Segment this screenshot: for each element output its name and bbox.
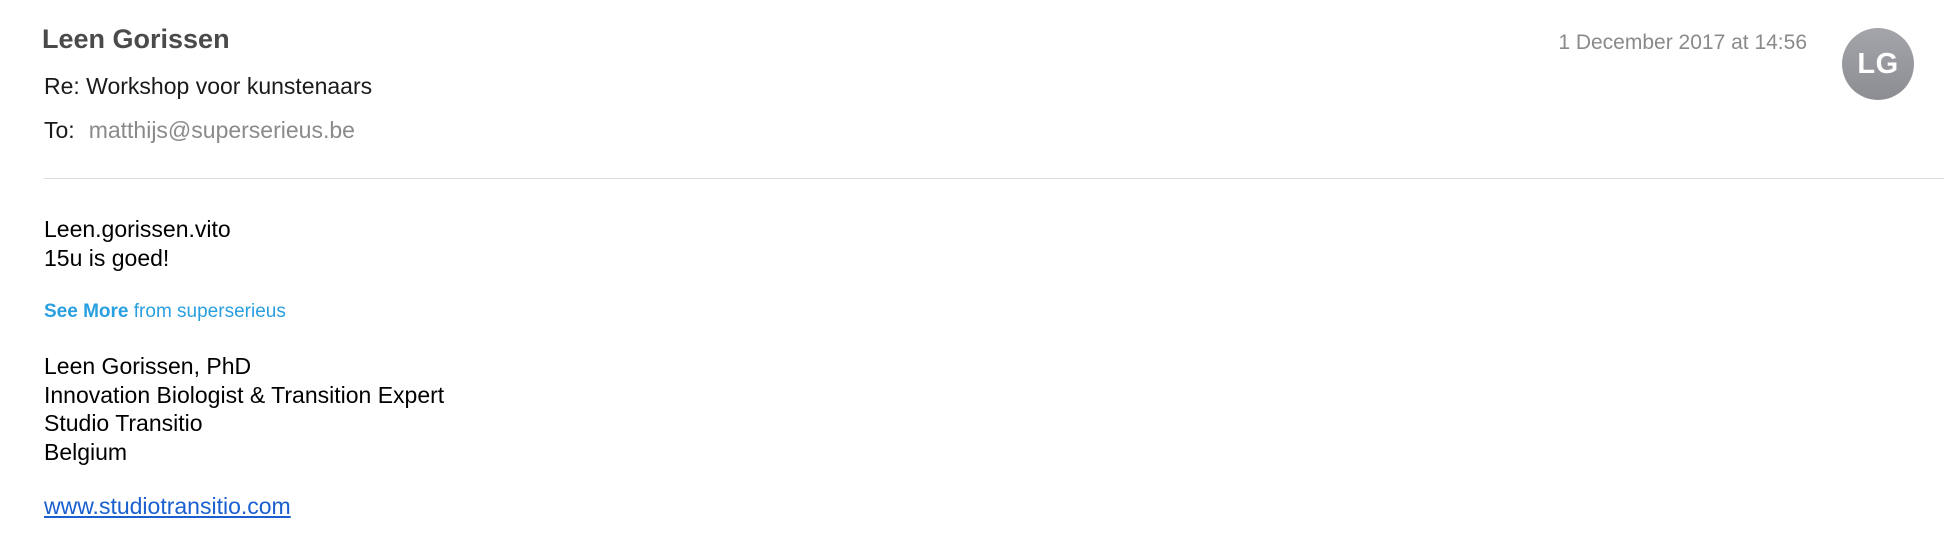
sender-avatar[interactable]: LG (1842, 28, 1914, 100)
signature-line: Belgium (44, 438, 128, 465)
signature-line: Innovation Biologist & Transition Expert (44, 381, 445, 408)
to-label: To: (44, 117, 75, 143)
see-more-link[interactable]: See More from superserieus (44, 298, 444, 326)
see-more-bold[interactable]: See More (44, 301, 128, 322)
to-address[interactable]: matthijs@superserieus.be (89, 117, 355, 143)
signature-line: Leen Gorissen, PhD (44, 353, 252, 379)
see-more-rest[interactable]: from superserieus (134, 301, 286, 322)
body-line: 15u is goed! (44, 244, 170, 271)
to-row: To: matthijs@superserieus.be (44, 117, 355, 144)
body-line: Leen.gorissen.vito (44, 216, 231, 242)
sender-name[interactable]: Leen Gorissen (42, 24, 230, 55)
message-body: Leen.gorissen.vito 15u is goed! See More… (44, 215, 444, 521)
header-divider (44, 178, 1944, 179)
website-link[interactable]: www.studiotransitio.com (44, 493, 291, 519)
message-header: Leen Gorissen Re: Workshop voor kunstena… (0, 0, 1944, 180)
subject-line: Re: Workshop voor kunstenaars (44, 73, 373, 99)
signature-line: Studio Transitio (44, 410, 203, 436)
message-date: 1 December 2017 at 14:56 (1558, 31, 1807, 54)
